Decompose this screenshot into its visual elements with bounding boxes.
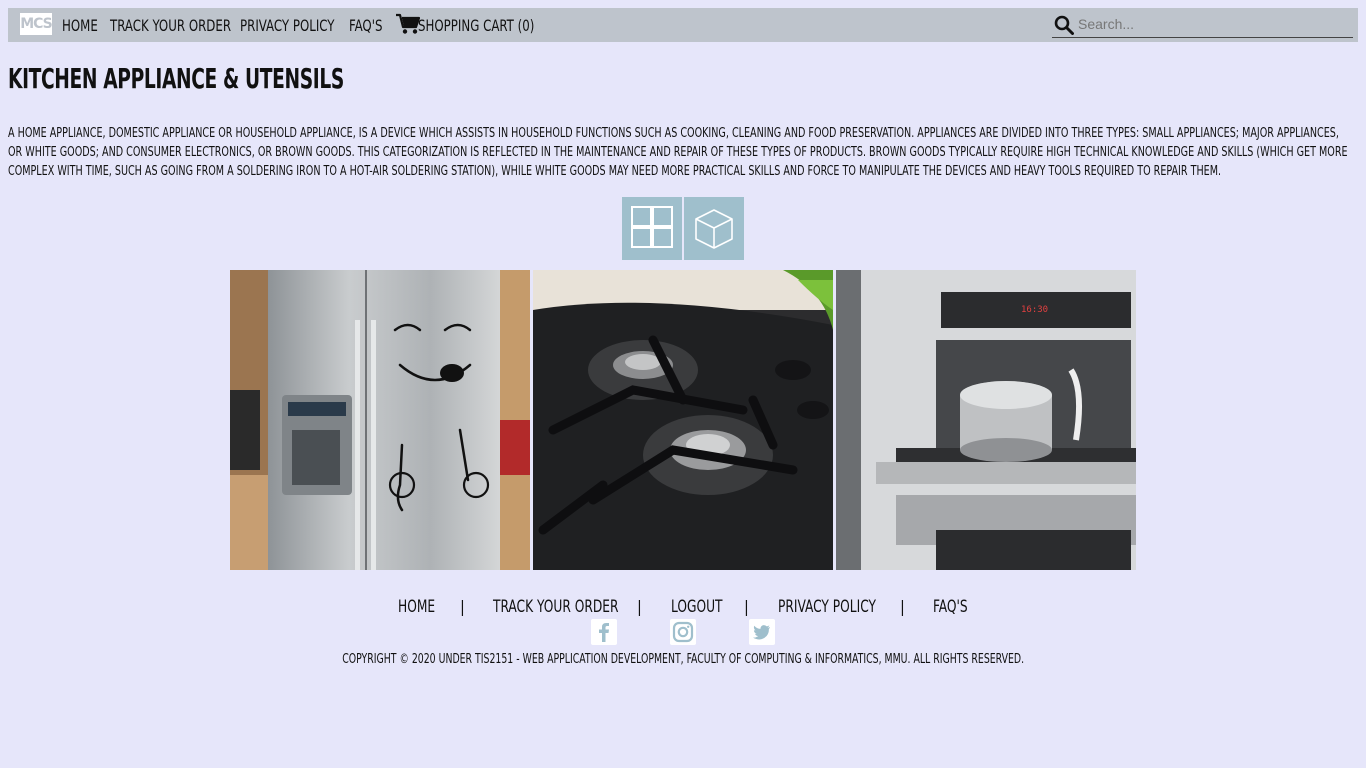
top-navbar: MCS HOME TRACK YOUR ORDER PRIVACY POLICY… (8, 8, 1358, 42)
footer-logout-link[interactable]: LOGOUT (671, 597, 723, 617)
site-logo[interactable]: MCS (20, 13, 53, 35)
footer-home-link[interactable]: HOME (398, 597, 435, 617)
nav-shopping-cart-link[interactable]: SHOPPING CART (0) (418, 15, 534, 37)
grid-view-icon (631, 206, 673, 248)
footer-separator: | (744, 597, 749, 616)
3d-view-button[interactable] (684, 197, 744, 260)
grid-view-button[interactable] (622, 197, 682, 260)
category-description: A home appliance, domestic appliance or … (8, 126, 1348, 179)
gas-stove-photo[interactable] (533, 270, 833, 570)
copyright-text: Copyright © 2020 under TIS2151 - Web App… (0, 652, 1366, 667)
footer-faqs-link[interactable]: FAQ'S (933, 597, 968, 617)
facebook-icon[interactable] (590, 618, 618, 646)
footer-privacy-policy-link[interactable]: PRIVACY POLICY (778, 597, 876, 617)
footer-separator: | (460, 597, 465, 616)
instagram-icon[interactable] (669, 618, 697, 646)
nav-privacy-policy-link[interactable]: PRIVACY POLICY (240, 15, 335, 37)
footer-separator: | (900, 597, 905, 616)
nav-faqs-link[interactable]: FAQ'S (349, 15, 382, 37)
search-input[interactable] (1078, 14, 1348, 34)
svg-text:16:30: 16:30 (1021, 305, 1048, 315)
built-in-oven-photo[interactable]: 16:30 (836, 270, 1136, 570)
nav-track-order-link[interactable]: TRACK YOUR ORDER (110, 15, 231, 37)
footer-track-order-link[interactable]: TRACK YOUR ORDER (493, 597, 618, 617)
shopping-cart-icon[interactable] (396, 13, 421, 35)
copyright-label: Copyright © 2020 under TIS2151 - Web App… (342, 652, 1024, 667)
search-icon[interactable] (1054, 15, 1074, 35)
3d-cube-view-icon (695, 209, 733, 249)
fridge-photo[interactable] (230, 270, 530, 570)
twitter-icon[interactable] (748, 618, 776, 646)
nav-home-link[interactable]: HOME (62, 15, 98, 37)
search-bar (1052, 12, 1353, 38)
page-title: KITCHEN APPLIANCE & UTENSILS (8, 62, 344, 95)
footer-separator: | (637, 597, 642, 616)
